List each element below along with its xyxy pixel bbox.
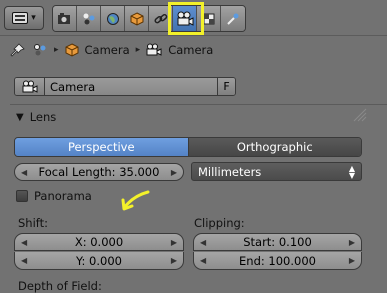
breadcrumb-item-object: Camera: [84, 43, 130, 57]
render-icon: [57, 12, 70, 24]
shift-x-field[interactable]: ◀ X: 0.000 ▶: [14, 233, 184, 251]
tab-render[interactable]: [53, 6, 77, 31]
fake-user-button[interactable]: F: [217, 78, 235, 95]
object-icon: [65, 43, 79, 57]
tab-physics[interactable]: [221, 6, 245, 31]
focal-length-value: Focal Length: 35.000: [38, 165, 160, 179]
increment-arrow-icon[interactable]: ▶: [171, 238, 177, 247]
panorama-checkbox[interactable]: [16, 190, 28, 202]
constraints-icon: [153, 13, 167, 23]
lens-panel-title: Lens: [29, 110, 57, 124]
breadcrumb-separator: ▸: [135, 45, 141, 55]
annotation-highlight-box: [168, 2, 204, 35]
increment-arrow-icon[interactable]: ▶: [171, 256, 177, 265]
lens-unit-dropdown[interactable]: Millimeters ▲ ▼: [191, 162, 362, 181]
clip-start-field[interactable]: ◀ Start: 0.100 ▶: [193, 233, 362, 251]
breadcrumb-separator: ▸: [54, 45, 59, 55]
shift-label: Shift:: [18, 216, 49, 230]
pin-icon[interactable]: [10, 42, 26, 58]
panorama-label: Panorama: [34, 189, 92, 203]
shift-y-field[interactable]: ◀ Y: 0.000 ▶: [14, 252, 184, 270]
world-icon: [106, 12, 119, 25]
physics-icon: [227, 13, 239, 25]
camera-datablock-selector: F: [14, 77, 236, 96]
shift-x-value: X: 0.000: [74, 235, 124, 249]
lens-panel-header[interactable]: ▼ Lens: [16, 110, 56, 124]
panel-divider: [10, 104, 387, 105]
chevron-down-icon: ▾: [31, 13, 36, 23]
lens-unit-value: Millimeters: [198, 164, 262, 179]
breadcrumb: ▸ Camera ▸ Camera: [10, 40, 213, 60]
annotation-arrow-icon: [121, 190, 150, 211]
clip-end-field[interactable]: ◀ End: 100.000 ▶: [193, 252, 362, 270]
orthographic-button[interactable]: Orthographic: [188, 138, 361, 156]
render-layers-icon: [83, 13, 94, 24]
clip-start-value: Start: 0.100: [243, 235, 312, 249]
panel-drag-grip-icon[interactable]: [352, 108, 368, 122]
editor-type-menu[interactable]: ▾: [4, 6, 44, 30]
clip-end-value: End: 100.000: [239, 253, 316, 268]
depth-of-field-label: Depth of Field:: [18, 279, 102, 293]
increment-arrow-icon[interactable]: ▶: [171, 168, 177, 177]
increment-arrow-icon[interactable]: ▶: [349, 238, 355, 247]
up-down-arrows-icon: ▲ ▼: [348, 163, 355, 180]
clipping-label: Clipping:: [194, 216, 245, 230]
focal-length-field[interactable]: ◀ Focal Length: 35.000 ▶: [14, 163, 184, 181]
shift-y-value: Y: 0.000: [76, 253, 122, 268]
tab-render-layers[interactable]: [77, 6, 101, 31]
tab-object[interactable]: [125, 6, 149, 31]
browse-camera-button[interactable]: [15, 78, 45, 95]
object-icon: [130, 11, 143, 26]
panorama-toggle[interactable]: Panorama: [16, 189, 92, 203]
camera-data-icon: [22, 80, 37, 93]
properties-editor-icon: [12, 12, 29, 24]
camera-name-field[interactable]: [45, 78, 217, 95]
projection-toggle: Perspective Orthographic: [14, 137, 362, 157]
increment-arrow-icon[interactable]: ▶: [349, 256, 355, 265]
scene-icon: [34, 44, 46, 56]
camera-data-icon: [146, 43, 162, 56]
breadcrumb-item-camera: Camera: [168, 43, 214, 57]
perspective-button[interactable]: Perspective: [15, 138, 189, 156]
context-tabs: [52, 5, 246, 32]
collapse-triangle-icon: ▼: [16, 111, 24, 123]
tab-world[interactable]: [101, 6, 125, 31]
